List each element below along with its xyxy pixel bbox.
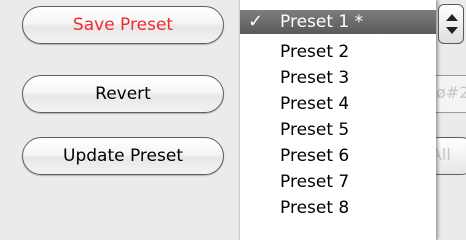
menu-item-label: Preset 1 * — [280, 12, 364, 32]
menu-item-preset-8[interactable]: Preset 8 — [240, 196, 436, 220]
menu-item-label: Preset 8 — [280, 198, 350, 218]
save-preset-label: Save Preset — [72, 15, 174, 35]
save-preset-button[interactable]: Save Preset — [22, 6, 224, 44]
menu-item-preset-4[interactable]: Preset 4 — [240, 92, 436, 116]
menu-item-label: Preset 5 — [280, 120, 350, 140]
arrow-down-icon — [446, 27, 458, 34]
preset-name-field-fragment: ø#2 — [436, 83, 466, 102]
menu-item-preset-2[interactable]: Preset 2 — [240, 40, 436, 64]
menu-item-preset-7[interactable]: Preset 7 — [240, 170, 436, 194]
menu-item-preset-3[interactable]: Preset 3 — [240, 66, 436, 90]
menu-item-preset-1[interactable]: ✓ Preset 1 * — [240, 10, 436, 34]
menu-item-label: Preset 6 — [280, 146, 350, 166]
menu-item-label: Preset 2 — [280, 42, 350, 62]
revert-label: Revert — [95, 84, 151, 104]
menu-item-label: Preset 7 — [280, 172, 350, 192]
menu-item-preset-5[interactable]: Preset 5 — [240, 118, 436, 142]
update-preset-label: Update Preset — [63, 146, 183, 166]
preset-panel: Save Preset Revert Update Preset ø#2 e A… — [0, 0, 466, 240]
popup-stepper-arrows[interactable] — [438, 4, 464, 44]
arrow-up-icon — [446, 14, 458, 21]
checkmark-icon: ✓ — [248, 11, 264, 32]
revert-button[interactable]: Revert — [22, 75, 224, 113]
menu-item-label: Preset 3 — [280, 68, 350, 88]
update-preset-button[interactable]: Update Preset — [22, 137, 224, 175]
menu-item-label: Preset 4 — [280, 94, 350, 114]
menu-item-preset-6[interactable]: Preset 6 — [240, 144, 436, 168]
preset-popup-menu: ✓ Preset 1 * Preset 2 Preset 3 Preset 4 … — [240, 0, 436, 240]
